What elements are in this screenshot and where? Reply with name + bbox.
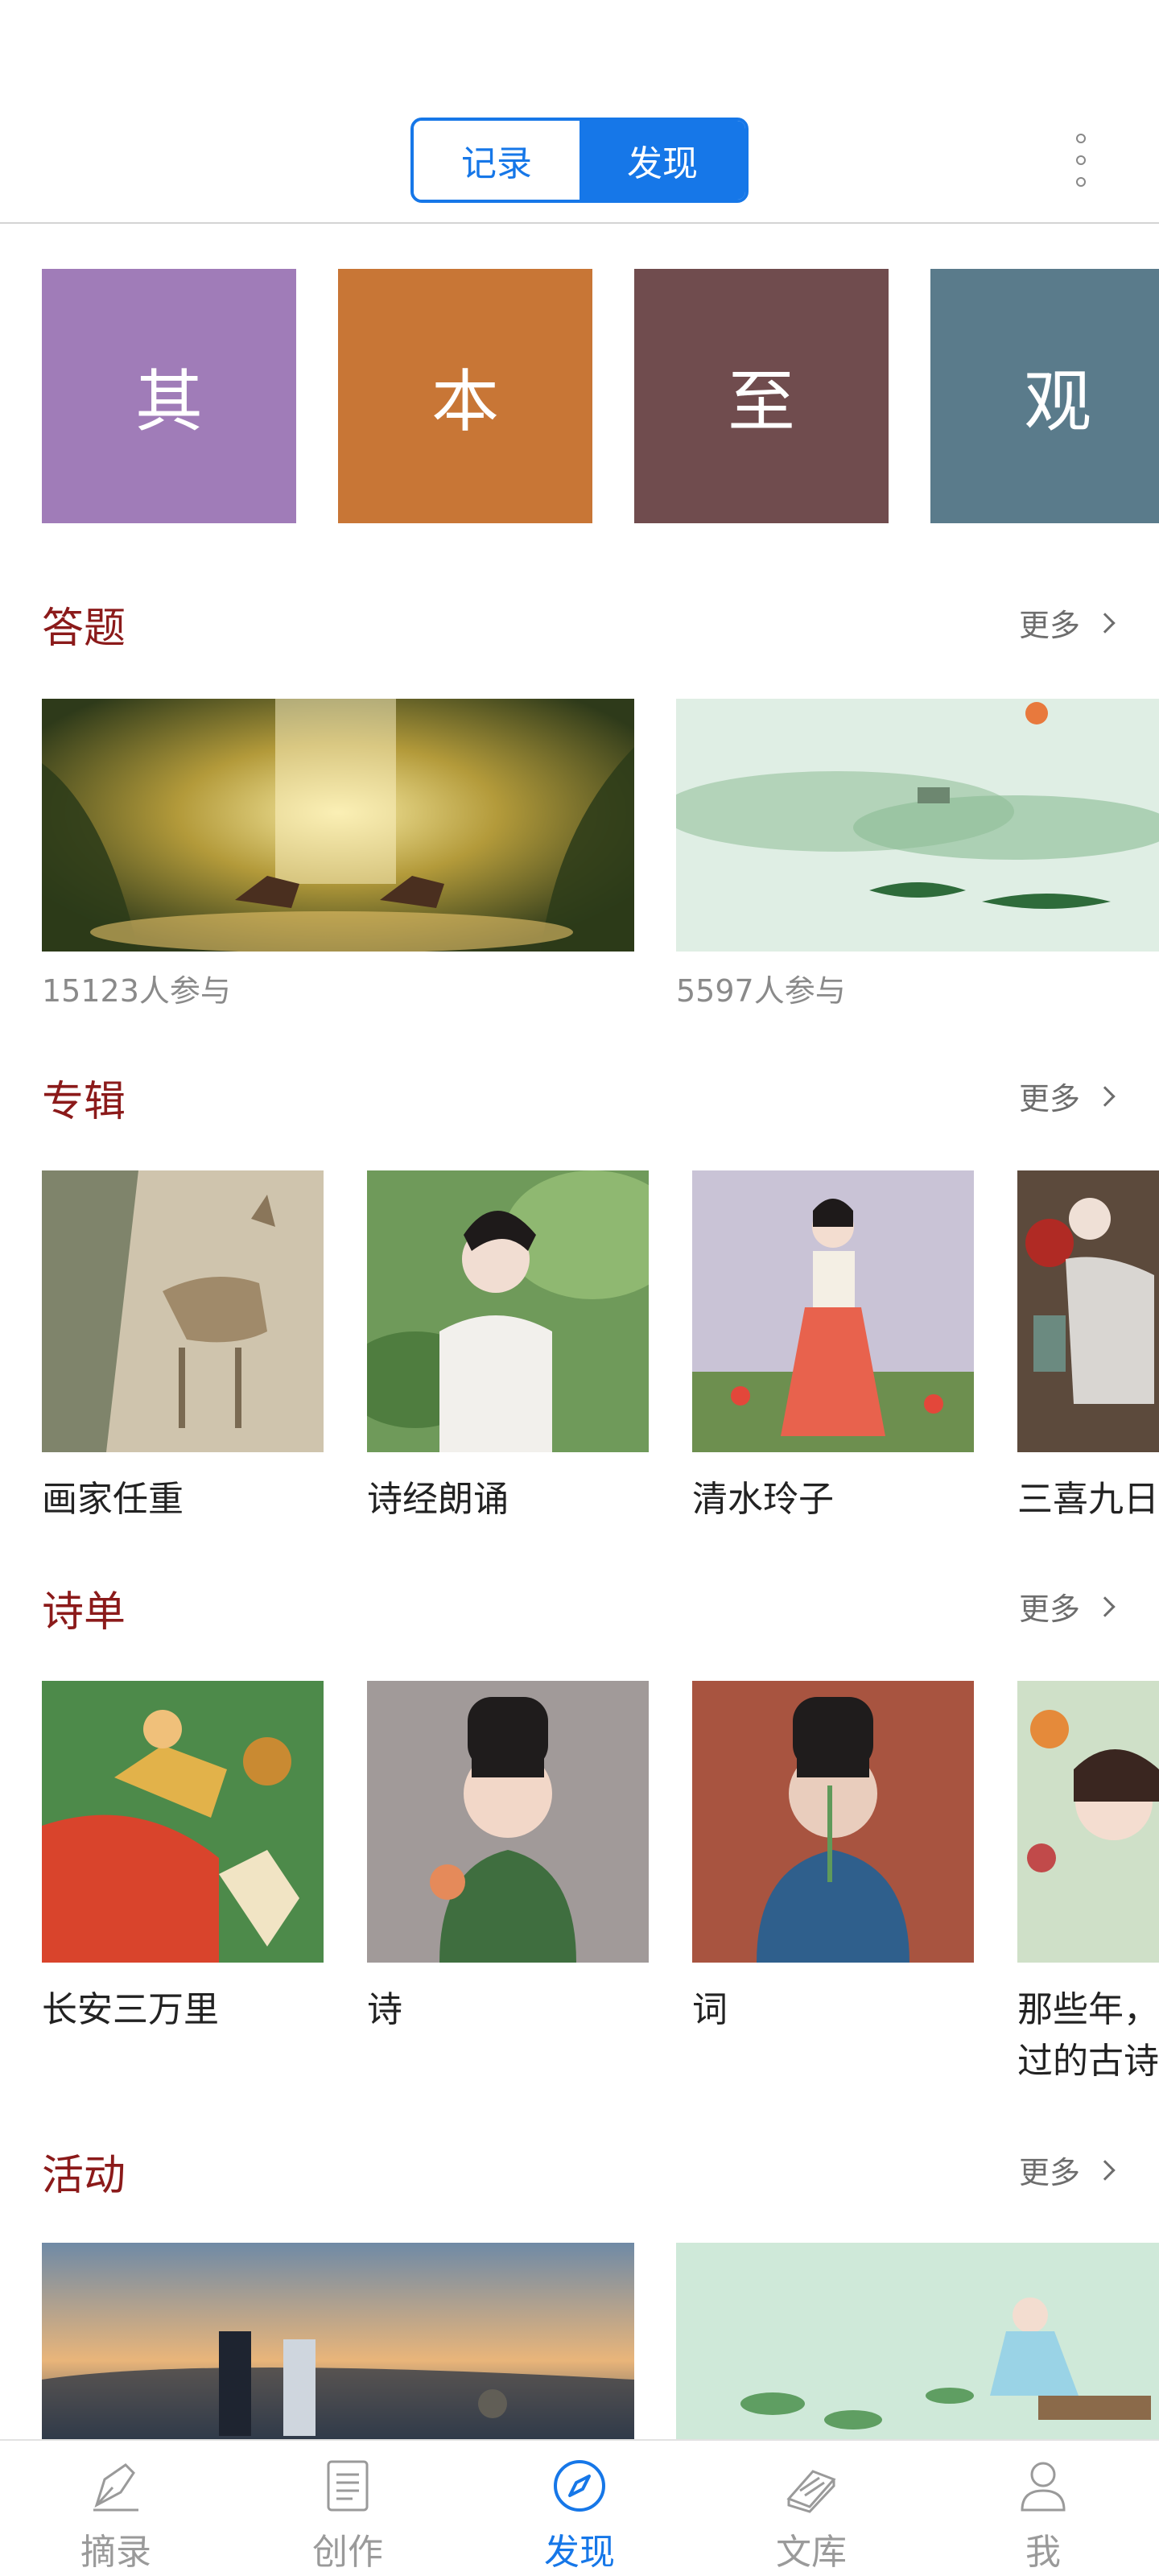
section-title-quiz: 答题 [42,605,126,653]
poem-list-title: 词 [692,1989,728,2030]
album-cover[interactable] [1017,1170,1159,1452]
poem-list-cover[interactable] [1017,1681,1159,1963]
discover-page: 记录 发现 其 本 至 观 答题 更多 15123人参与 5597人参与 专辑 … [0,0,1159,2576]
poem-list-title: 长安三万里 [42,1989,219,2030]
quiz-card-image[interactable] [676,699,1159,952]
album-title: 三喜九日 [1017,1479,1159,1520]
album-cover[interactable] [367,1170,649,1452]
bottom-tab-bar: 摘录 创作 发现 文库 我 [0,2439,1159,2576]
poem-list-title-line2: 过的古诗 [1017,2041,1159,2082]
top-header: 记录 发现 [0,0,1159,224]
poem-list-title: 那些年， [1017,1989,1159,2030]
tab-library[interactable]: 文库 [695,2441,927,2576]
tab-label: 我 [1025,2532,1061,2573]
participant-count: 5597人参与 [676,973,846,1009]
section-title-activity: 活动 [42,2152,126,2200]
album-title: 清水玲子 [692,1479,834,1520]
tab-excerpt[interactable]: 摘录 [0,2441,232,2576]
chevron-right-icon [1095,612,1116,634]
tab-label: 文库 [776,2532,847,2573]
category-tile[interactable]: 本 [338,269,592,523]
album-title: 诗经朗诵 [367,1479,509,1520]
section-title-album: 专辑 [42,1078,126,1126]
poem-list-cover[interactable] [367,1681,649,1963]
compass-icon [554,2460,605,2512]
segmented-control: 记录 发现 [410,118,749,203]
tab-label: 摘录 [80,2532,151,2573]
poem-list-cover[interactable] [692,1681,974,1963]
more-label: 更多 [1019,1591,1081,1627]
more-label: 更多 [1019,1081,1081,1117]
tab-create[interactable]: 创作 [232,2441,464,2576]
activity-banner[interactable] [42,2243,634,2439]
album-cover[interactable] [42,1170,324,1452]
more-vertical-icon[interactable] [1061,134,1101,187]
chevron-right-icon [1095,1596,1116,1617]
books-icon [786,2470,836,2513]
more-link-quiz[interactable]: 更多 [1019,601,1116,645]
more-label: 更多 [1019,2155,1081,2190]
tab-discover[interactable]: 发现 [580,121,745,200]
more-label: 更多 [1019,608,1081,643]
quill-pen-icon [93,2463,138,2512]
tab-label: 创作 [312,2532,383,2573]
tab-discover-nav[interactable]: 发现 [464,2441,695,2576]
participant-count: 15123人参与 [42,973,231,1009]
category-tile[interactable]: 其 [42,269,296,523]
more-link-album[interactable]: 更多 [1019,1074,1116,1118]
tab-me[interactable]: 我 [927,2441,1159,2576]
tab-label: 发现 [544,2532,615,2573]
user-icon [1021,2462,1066,2512]
poem-list-title: 诗 [367,1989,402,2030]
more-link-activity[interactable]: 更多 [1019,2148,1116,2192]
chevron-right-icon [1095,2159,1116,2181]
tab-record[interactable]: 记录 [414,121,580,200]
category-tiles: 其 本 至 观 [42,269,1159,523]
more-link-poem-list[interactable]: 更多 [1019,1584,1116,1629]
poem-list-cover[interactable] [42,1681,324,1963]
activity-banner[interactable] [676,2243,1159,2439]
chevron-right-icon [1095,1085,1116,1107]
category-tile[interactable]: 观 [930,269,1159,523]
category-tile[interactable]: 至 [634,269,889,523]
section-title-poem-list: 诗单 [42,1588,126,1637]
document-icon [327,2460,369,2512]
album-cover[interactable] [692,1170,974,1452]
quiz-card-image[interactable] [42,699,634,952]
album-title: 画家任重 [42,1479,184,1520]
